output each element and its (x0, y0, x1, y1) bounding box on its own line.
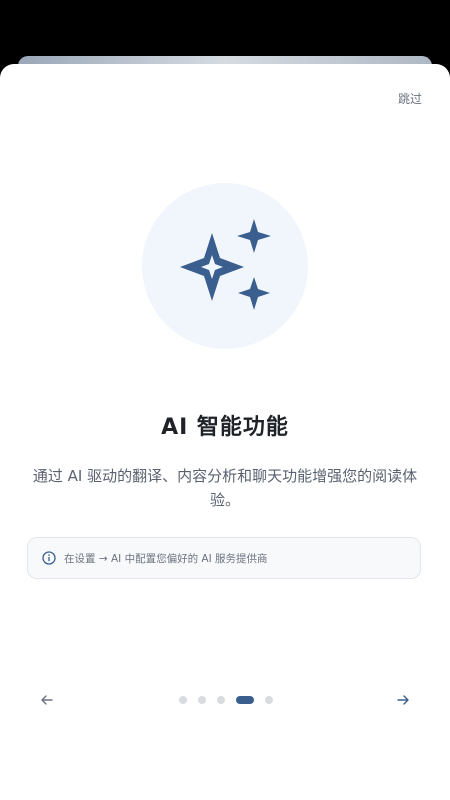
arrow-left-icon[interactable] (36, 689, 58, 711)
skip-button[interactable]: 跳过 (398, 90, 422, 107)
hero-illustration (142, 183, 308, 349)
page-dot-4-active[interactable] (236, 696, 254, 704)
sparkles-icon (180, 219, 271, 310)
page-dot-3[interactable] (217, 696, 225, 704)
info-icon (42, 551, 56, 565)
page-dot-2[interactable] (198, 696, 206, 704)
app-screen: 跳过 AI 智能功能 通过 AI 驱动的翻译、内容分析和聊天功能增强您的阅读体验… (0, 0, 450, 800)
arrow-right-icon[interactable] (392, 689, 414, 711)
info-tip: 在设置 → AI 中配置您偏好的 AI 服务提供商 (27, 537, 421, 579)
page-dot-1[interactable] (179, 696, 187, 704)
info-tip-text: 在设置 → AI 中配置您偏好的 AI 服务提供商 (64, 552, 268, 565)
page-description: 通过 AI 驱动的翻译、内容分析和聊天功能增强您的阅读体验。 (32, 467, 418, 509)
pagination-dots (179, 695, 273, 705)
page-dot-5[interactable] (265, 696, 273, 704)
page-title: AI 智能功能 (161, 415, 289, 440)
onboarding-sheet: 跳过 AI 智能功能 通过 AI 驱动的翻译、内容分析和聊天功能增强您的阅读体验… (0, 64, 450, 800)
